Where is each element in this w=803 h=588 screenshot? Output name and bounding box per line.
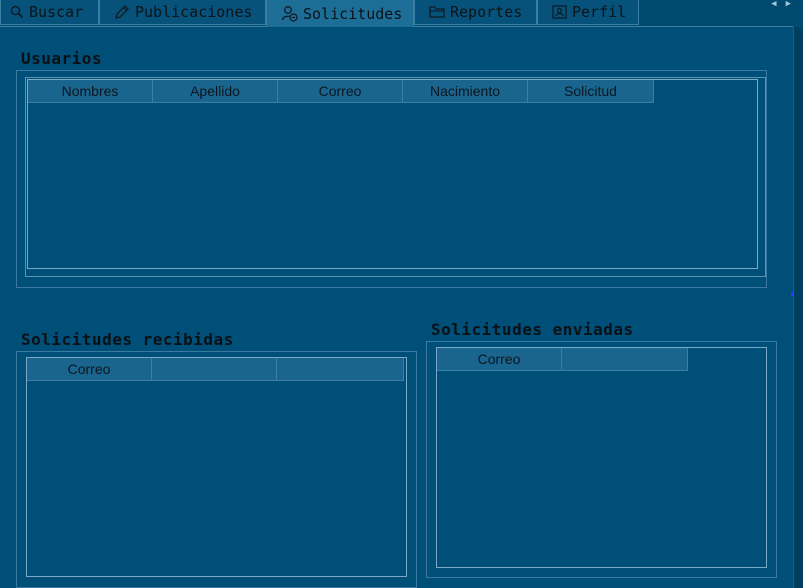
column-header-empty[interactable] xyxy=(152,358,277,381)
table-header: Correo xyxy=(437,348,688,371)
column-header-nacimiento[interactable]: Nacimiento xyxy=(403,80,528,103)
column-header-empty[interactable] xyxy=(277,358,404,381)
window-right-edge xyxy=(793,27,803,588)
tab-label: Perfil xyxy=(572,3,627,21)
section-title-recibidas: Solicitudes recibidas xyxy=(21,330,234,349)
usuarios-table[interactable]: Nombres Apellido Correo Nacimiento Solic… xyxy=(27,79,758,269)
column-header-correo[interactable]: Correo xyxy=(278,80,403,103)
resize-marker xyxy=(791,292,794,296)
column-header-nombres[interactable]: Nombres xyxy=(28,80,153,103)
folder-icon xyxy=(429,5,445,19)
recibidas-table[interactable]: Correo xyxy=(26,357,407,577)
column-header-correo[interactable]: Correo xyxy=(437,348,562,371)
tab-scroll-arrows: ◀ ▶ xyxy=(771,0,791,9)
tab-label: Solicitudes xyxy=(303,4,403,23)
tab-label: Buscar xyxy=(29,3,84,21)
pencil-icon xyxy=(114,4,130,20)
tab-label: Reportes xyxy=(450,3,523,21)
column-header-solicitud[interactable]: Solicitud xyxy=(528,80,654,103)
tab-perfil[interactable]: Perfil xyxy=(537,0,639,25)
tab-label: Publicaciones xyxy=(135,3,253,21)
tab-solicitudes[interactable]: Solicitudes xyxy=(266,0,414,27)
section-title-usuarios: Usuarios xyxy=(21,49,103,68)
search-icon xyxy=(10,5,24,19)
chevron-right-icon[interactable]: ▶ xyxy=(786,0,791,9)
chevron-left-icon[interactable]: ◀ xyxy=(771,0,776,9)
table-header: Nombres Apellido Correo Nacimiento Solic… xyxy=(28,80,654,103)
tab-reportes[interactable]: Reportes xyxy=(414,0,537,25)
column-header-empty[interactable] xyxy=(562,348,688,371)
section-title-enviadas: Solicitudes enviadas xyxy=(431,320,634,339)
tab-buscar[interactable]: Buscar xyxy=(0,0,99,25)
profile-card-icon xyxy=(552,5,567,19)
enviadas-table[interactable]: Correo xyxy=(436,347,767,568)
table-header: Correo xyxy=(27,358,404,381)
column-header-correo[interactable]: Correo xyxy=(27,358,152,381)
user-request-icon xyxy=(281,5,298,22)
tab-publicaciones[interactable]: Publicaciones xyxy=(99,0,266,25)
column-header-apellido[interactable]: Apellido xyxy=(153,80,278,103)
